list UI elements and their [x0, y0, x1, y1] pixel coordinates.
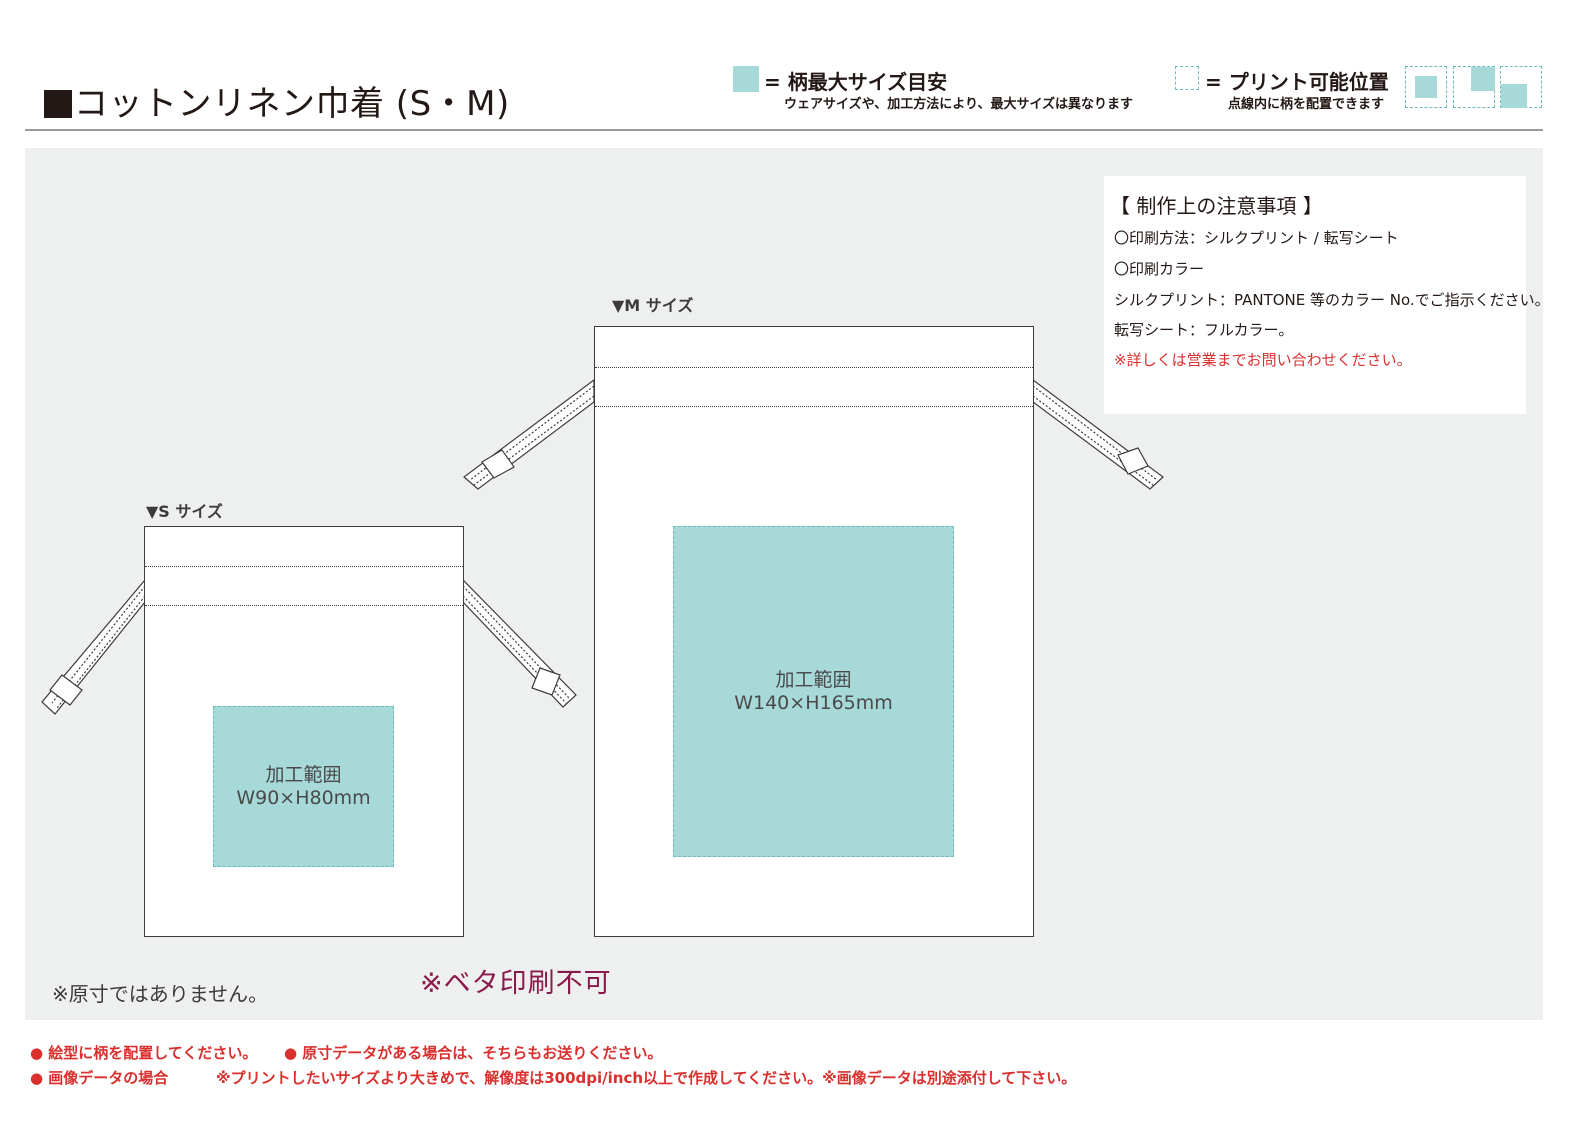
m-bag-hem-line	[595, 367, 1033, 368]
notes-heading: 【 制作上の注意事項 】	[1110, 194, 1323, 218]
footer-instruction-original: ● 原寸データがある場合は、そちらもお送りください。	[284, 1044, 663, 1062]
footer-instruction-place: ● 絵型に柄を配置してください。	[30, 1044, 258, 1062]
m-print-area[interactable]: 加工範囲 W140×H165mm	[673, 526, 954, 857]
s-print-area-size: W90×H80mm	[236, 786, 371, 809]
s-bag-hem-line	[145, 605, 463, 606]
no-solid-print-note: ※ベタ印刷不可	[420, 968, 612, 999]
s-size-label: ▼S サイズ	[146, 502, 223, 521]
notes-warning: ※詳しくは営業までお問い合わせください。	[1114, 351, 1412, 369]
s-bag-hem-line	[145, 566, 463, 567]
s-print-area[interactable]: 加工範囲 W90×H80mm	[213, 706, 394, 867]
m-size-label: ▼M サイズ	[612, 296, 694, 315]
notes-line-silk: シルクプリント：PANTONE 等のカラー No.でご指示ください。	[1114, 291, 1550, 309]
m-print-area-title: 加工範囲	[775, 668, 852, 691]
not-to-scale-note: ※原寸ではありません。	[52, 982, 269, 1006]
footer-instruction-image: ● 画像データの場合	[30, 1069, 169, 1087]
notes-line-transfer: 転写シート：フルカラー。	[1114, 321, 1294, 339]
production-notes-box: 【 制作上の注意事項 】 〇印刷方法：シルクプリント / 転写シート 〇印刷カラ…	[1104, 176, 1550, 414]
notes-line-print-color: 〇印刷カラー	[1114, 260, 1205, 278]
s-print-area-title: 加工範囲	[265, 763, 342, 786]
m-bag-hem-line	[595, 406, 1033, 407]
m-print-area-size: W140×H165mm	[734, 691, 893, 714]
notes-line-print-method: 〇印刷方法：シルクプリント / 転写シート	[1114, 229, 1399, 247]
footer-instruction-resolution: ※プリントしたいサイズより大きめで、解像度は300dpi/inch以上で作成して…	[216, 1069, 1077, 1087]
